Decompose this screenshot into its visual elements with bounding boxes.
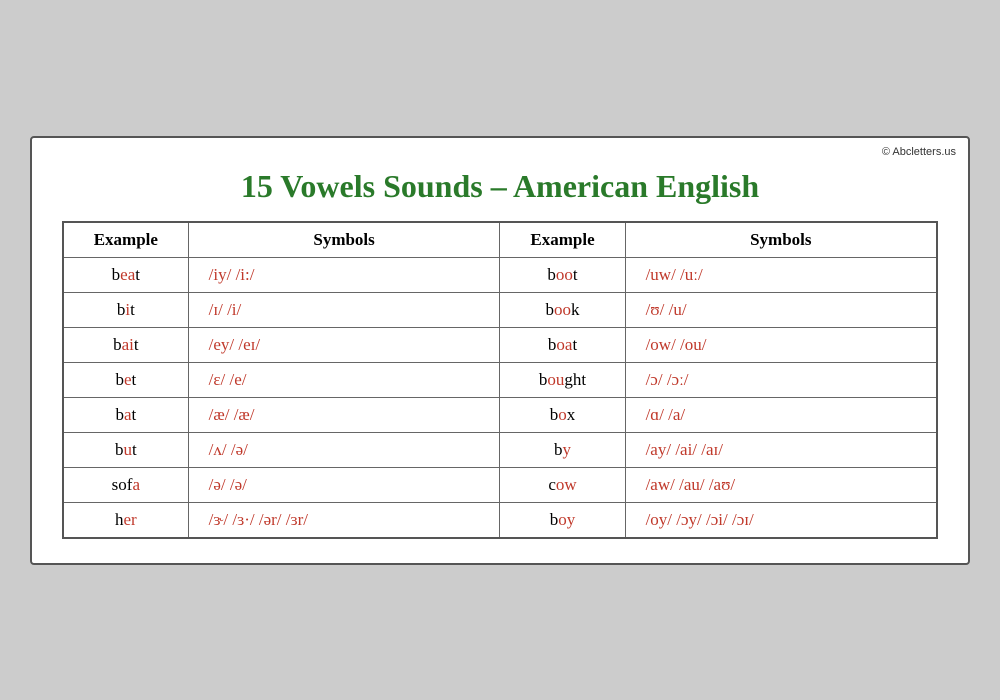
example-cell-right: by	[500, 432, 625, 467]
example-cell-left: beat	[63, 257, 188, 292]
symbols-cell-left: /ɪ/ /i/	[188, 292, 500, 327]
example-cell-left: bit	[63, 292, 188, 327]
table-row: bet/ɛ/ /e/bought/ɔ/ /ɔː/	[63, 362, 937, 397]
main-card: © Abcletters.us 15 Vowels Sounds – Ameri…	[30, 136, 970, 565]
symbols-cell-left: /ɛ/ /e/	[188, 362, 500, 397]
example-cell-right: book	[500, 292, 625, 327]
table-header-row: Example Symbols Example Symbols	[63, 222, 937, 258]
header-symbols-left: Symbols	[188, 222, 500, 258]
header-example-right: Example	[500, 222, 625, 258]
symbols-cell-left: /ə/ /ə/	[188, 467, 500, 502]
symbols-cell-right: /ay/ /ai/ /aɪ/	[625, 432, 937, 467]
symbols-cell-right: /aw/ /au/ /aʊ/	[625, 467, 937, 502]
copyright-text: © Abcletters.us	[882, 146, 956, 158]
symbols-cell-left: /æ/ /æ/	[188, 397, 500, 432]
example-cell-left: bat	[63, 397, 188, 432]
table-row: bat/æ/ /æ/box/ɑ/ /a/	[63, 397, 937, 432]
header-example-left: Example	[63, 222, 188, 258]
example-cell-left: bet	[63, 362, 188, 397]
table-body: beat/iy/ /i:/boot/uw/ /uː/bit/ɪ/ /i/book…	[63, 257, 937, 538]
page-title: 15 Vowels Sounds – American English	[62, 168, 938, 205]
symbols-cell-right: /ʊ/ /u/	[625, 292, 937, 327]
symbols-cell-left: /ɝ/ /ɜ·/ /ər/ /ɜr/	[188, 502, 500, 538]
table-row: but/ʌ/ /ə/by/ay/ /ai/ /aɪ/	[63, 432, 937, 467]
vowels-table: Example Symbols Example Symbols beat/iy/…	[62, 221, 938, 539]
symbols-cell-right: /oy/ /ɔy/ /ɔi/ /ɔɪ/	[625, 502, 937, 538]
table-row: her/ɝ/ /ɜ·/ /ər/ /ɜr/boy/oy/ /ɔy/ /ɔi/ /…	[63, 502, 937, 538]
table-row: bait/ey/ /eɪ/boat/ow/ /ou/	[63, 327, 937, 362]
example-cell-left: but	[63, 432, 188, 467]
header-symbols-right: Symbols	[625, 222, 937, 258]
table-row: bit/ɪ/ /i/book/ʊ/ /u/	[63, 292, 937, 327]
example-cell-right: boat	[500, 327, 625, 362]
symbols-cell-left: /ey/ /eɪ/	[188, 327, 500, 362]
table-row: beat/iy/ /i:/boot/uw/ /uː/	[63, 257, 937, 292]
symbols-cell-right: /uw/ /uː/	[625, 257, 937, 292]
table-row: sofa/ə/ /ə/cow/aw/ /au/ /aʊ/	[63, 467, 937, 502]
example-cell-right: cow	[500, 467, 625, 502]
example-cell-right: boy	[500, 502, 625, 538]
example-cell-right: boot	[500, 257, 625, 292]
symbols-cell-right: /ow/ /ou/	[625, 327, 937, 362]
symbols-cell-right: /ɔ/ /ɔː/	[625, 362, 937, 397]
example-cell-left: her	[63, 502, 188, 538]
example-cell-right: box	[500, 397, 625, 432]
symbols-cell-right: /ɑ/ /a/	[625, 397, 937, 432]
symbols-cell-left: /iy/ /i:/	[188, 257, 500, 292]
example-cell-left: bait	[63, 327, 188, 362]
symbols-cell-left: /ʌ/ /ə/	[188, 432, 500, 467]
example-cell-right: bought	[500, 362, 625, 397]
example-cell-left: sofa	[63, 467, 188, 502]
